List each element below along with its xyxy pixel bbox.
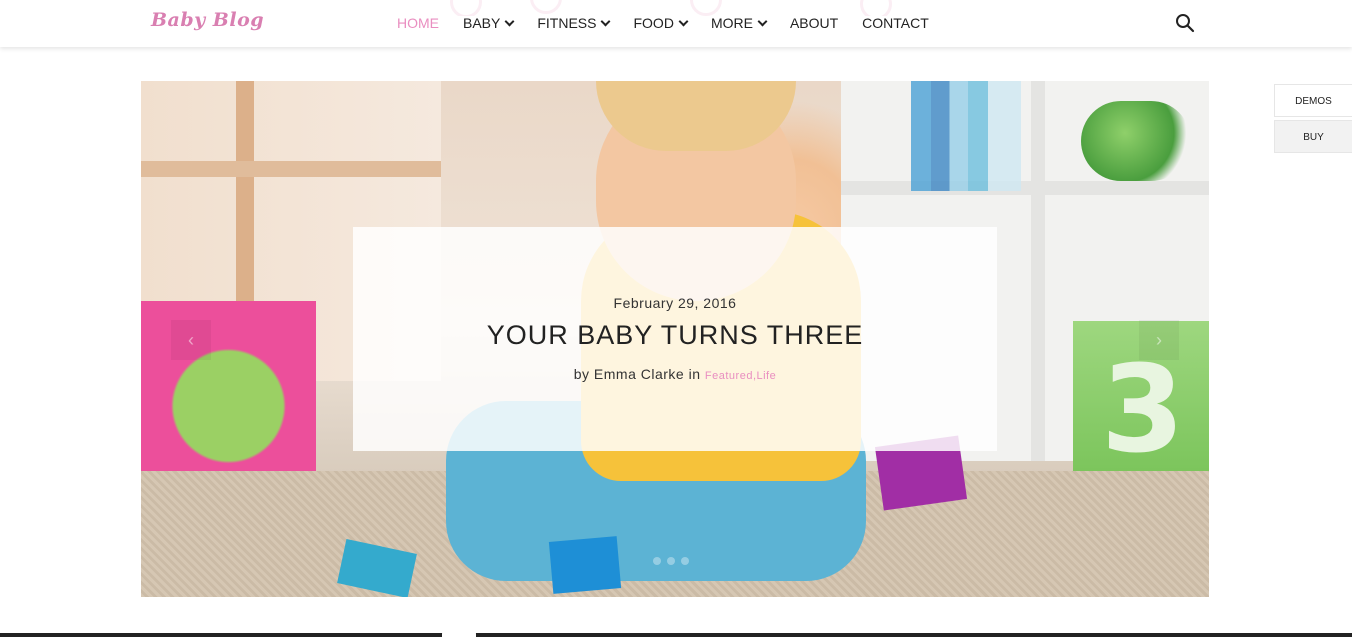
chevron-down-icon [757, 16, 768, 27]
category-link-life[interactable]: Life [757, 370, 777, 382]
slide-image-books [911, 81, 1021, 191]
nav-item-baby[interactable]: BABY [451, 0, 525, 47]
buy-button[interactable]: BUY [1274, 120, 1352, 153]
post-date: February 29, 2016 [613, 295, 737, 311]
nav-item-label: FITNESS [537, 15, 597, 31]
nav-item-label: ABOUT [789, 15, 839, 31]
slide-image-window-frame [141, 161, 441, 177]
nav-item-about[interactable]: ABOUT [778, 0, 850, 47]
category-link-featured[interactable]: Featured [705, 370, 753, 382]
site-header: Baby Blog HOME BABY FITNESS FOOD MORE AB… [0, 0, 1352, 47]
post-title[interactable]: YOUR BABY TURNS THREE [353, 320, 997, 351]
byline-in: in [688, 366, 701, 382]
slider-next-button[interactable]: › [1139, 320, 1179, 360]
slider-dot[interactable] [681, 557, 689, 565]
slider-dot[interactable] [653, 557, 661, 565]
nav-item-label: BABY [463, 15, 501, 31]
nav-item-label: MORE [710, 15, 753, 31]
site-logo[interactable]: Baby Blog [151, 9, 264, 31]
slide-image-toy-block [548, 536, 622, 594]
slider-dot[interactable] [667, 557, 675, 565]
nav-item-label: CONTACT [862, 15, 929, 31]
nav-item-label: HOME [397, 15, 439, 31]
chevron-down-icon [601, 16, 611, 27]
featured-slider: 3 ‹ › February 29, 2016 YOUR BABY TURNS … [141, 81, 1209, 597]
nav-item-home[interactable]: HOME [385, 0, 451, 47]
nav-item-more[interactable]: MORE [699, 0, 778, 47]
chevron-down-icon [504, 16, 515, 27]
slider-dots [653, 557, 689, 565]
nav-item-fitness[interactable]: FITNESS [525, 0, 621, 47]
demos-button[interactable]: DEMOS [1274, 84, 1352, 117]
nav-item-contact[interactable]: CONTACT [850, 0, 941, 47]
byline-prefix: by [573, 366, 590, 382]
slider-prev-button[interactable]: ‹ [171, 320, 211, 360]
slide-caption: February 29, 2016 YOUR BABY TURNS THREE … [353, 227, 997, 451]
post-author[interactable]: Emma Clarke [594, 366, 684, 382]
chevron-down-icon [678, 16, 689, 27]
chevron-right-icon: › [1156, 329, 1162, 350]
search-icon[interactable] [1175, 13, 1195, 33]
chevron-left-icon: ‹ [188, 329, 194, 350]
main-nav: HOME BABY FITNESS FOOD MORE ABOUT CONTAC… [385, 0, 941, 47]
side-buttons: DEMOS BUY [1274, 84, 1352, 153]
post-byline: by Emma Clarke in Featured,Life [353, 366, 997, 382]
nav-item-food[interactable]: FOOD [621, 0, 698, 47]
footer-bar [0, 633, 1352, 637]
nav-item-label: FOOD [633, 15, 674, 31]
slide-image-window-frame [236, 81, 254, 301]
footer-notch [442, 630, 476, 637]
slide-image-toy [1081, 101, 1191, 181]
